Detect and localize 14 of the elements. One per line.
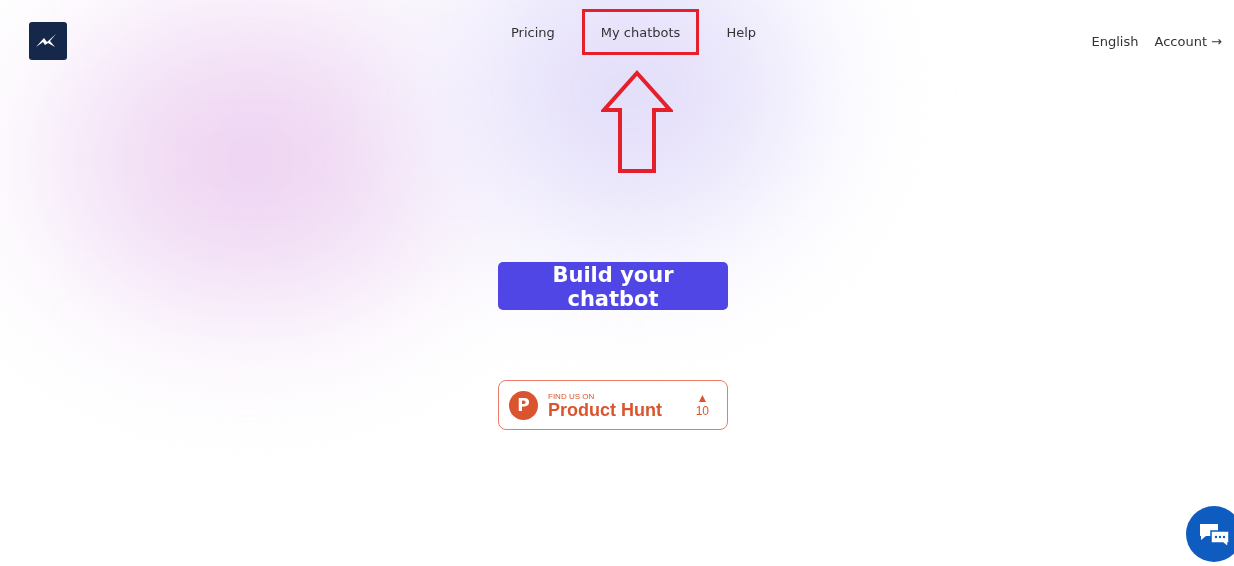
build-chatbot-button[interactable]: Build your chatbot [498,262,728,310]
upvote-icon: ▲ [696,392,709,404]
badge-kicker: FIND US ON [548,391,596,401]
upvote-count: 10 [695,404,709,418]
account-link[interactable]: Account → [1154,33,1222,49]
nav-link[interactable]: My chatbots [581,9,700,55]
product-hunt-logo-icon: P [509,390,538,420]
product-hunt-badge[interactable]: P FIND US ON Product Hunt ▲ 10 [498,380,728,430]
nav-link[interactable]: Help [711,18,772,49]
logo-icon[interactable] [29,22,67,60]
badge-title: Product Hunt [548,400,663,419]
chat-bubble-icon[interactable] [1186,506,1234,562]
language-link[interactable]: English [1091,33,1139,49]
nav-link[interactable]: Pricing [496,18,570,49]
